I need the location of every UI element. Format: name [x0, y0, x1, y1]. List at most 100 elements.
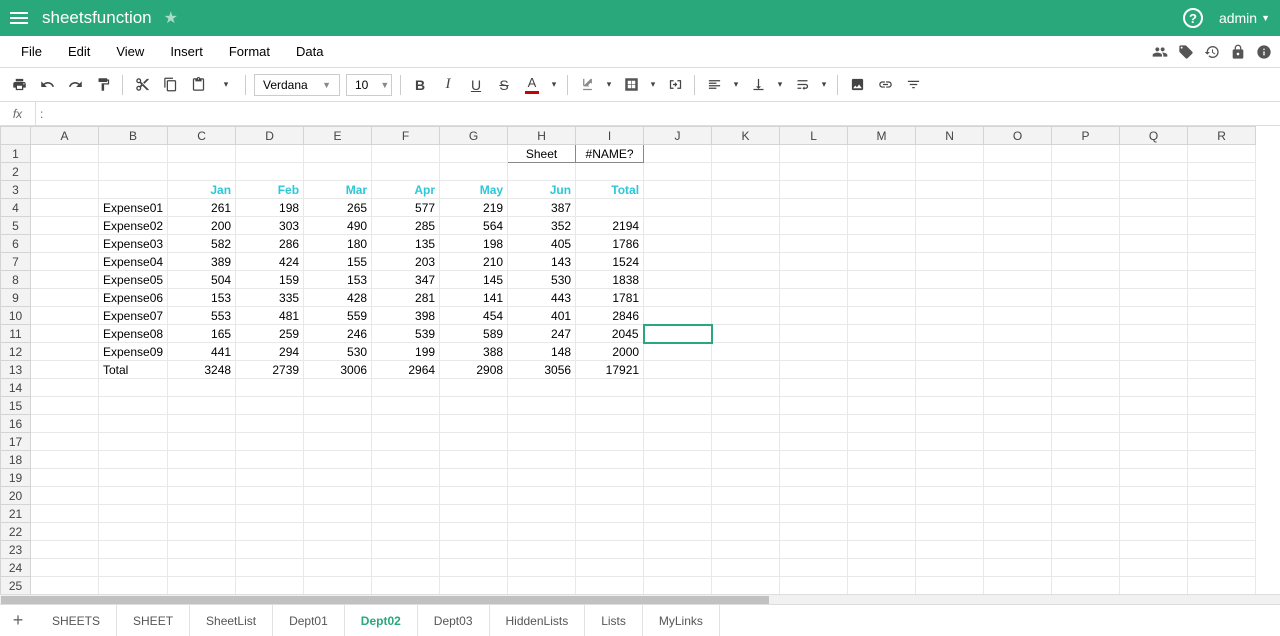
row-header-7[interactable]: 7	[1, 253, 31, 271]
cell-P9[interactable]	[1052, 289, 1120, 307]
cell-B20[interactable]	[99, 487, 168, 505]
sheet-tab-sheetlist[interactable]: SheetList	[190, 605, 273, 636]
cell-N21[interactable]	[916, 505, 984, 523]
cell-G2[interactable]	[440, 163, 508, 181]
cell-N11[interactable]	[916, 325, 984, 343]
cell-G24[interactable]	[440, 559, 508, 577]
cell-J5[interactable]	[644, 217, 712, 235]
cell-E23[interactable]	[304, 541, 372, 559]
tag-icon[interactable]	[1178, 44, 1194, 60]
cell-H1[interactable]: Sheet	[508, 145, 576, 163]
cell-F4[interactable]: 577	[372, 199, 440, 217]
cell-O21[interactable]	[984, 505, 1052, 523]
cell-L12[interactable]	[780, 343, 848, 361]
cell-F10[interactable]: 398	[372, 307, 440, 325]
cell-H14[interactable]	[508, 379, 576, 397]
cell-L19[interactable]	[780, 469, 848, 487]
row-header-23[interactable]: 23	[1, 541, 31, 559]
cell-I23[interactable]	[576, 541, 644, 559]
cell-C21[interactable]	[168, 505, 236, 523]
cell-C8[interactable]: 504	[168, 271, 236, 289]
cell-I12[interactable]: 2000	[576, 343, 644, 361]
italic-button[interactable]: I	[437, 74, 459, 96]
cell-G20[interactable]	[440, 487, 508, 505]
cell-N6[interactable]	[916, 235, 984, 253]
valign-dropdown[interactable]: ▾	[775, 74, 785, 96]
cell-C16[interactable]	[168, 415, 236, 433]
cell-H21[interactable]	[508, 505, 576, 523]
insert-link-icon[interactable]	[874, 74, 896, 96]
cell-F16[interactable]	[372, 415, 440, 433]
cell-I7[interactable]: 1524	[576, 253, 644, 271]
cell-A16[interactable]	[31, 415, 99, 433]
cell-M18[interactable]	[848, 451, 916, 469]
sheet-tab-dept01[interactable]: Dept01	[273, 605, 345, 636]
cell-D4[interactable]: 198	[236, 199, 304, 217]
cell-L5[interactable]	[780, 217, 848, 235]
row-header-12[interactable]: 12	[1, 343, 31, 361]
cell-C3[interactable]: Jan	[168, 181, 236, 199]
cell-L15[interactable]	[780, 397, 848, 415]
cell-N7[interactable]	[916, 253, 984, 271]
cell-M4[interactable]	[848, 199, 916, 217]
cell-N4[interactable]	[916, 199, 984, 217]
cell-R21[interactable]	[1188, 505, 1256, 523]
cell-D7[interactable]: 424	[236, 253, 304, 271]
cell-Q1[interactable]	[1120, 145, 1188, 163]
cell-J22[interactable]	[644, 523, 712, 541]
cell-A14[interactable]	[31, 379, 99, 397]
cell-Q11[interactable]	[1120, 325, 1188, 343]
cell-L10[interactable]	[780, 307, 848, 325]
cell-H3[interactable]: Jun	[508, 181, 576, 199]
cell-K6[interactable]	[712, 235, 780, 253]
cell-G7[interactable]: 210	[440, 253, 508, 271]
cell-F19[interactable]	[372, 469, 440, 487]
cell-I2[interactable]	[576, 163, 644, 181]
menu-file[interactable]: File	[8, 38, 55, 65]
cell-K1[interactable]	[712, 145, 780, 163]
row-header-6[interactable]: 6	[1, 235, 31, 253]
cell-E8[interactable]: 153	[304, 271, 372, 289]
cell-I6[interactable]: 1786	[576, 235, 644, 253]
cell-M7[interactable]	[848, 253, 916, 271]
cell-L6[interactable]	[780, 235, 848, 253]
cell-C17[interactable]	[168, 433, 236, 451]
cell-C1[interactable]	[168, 145, 236, 163]
cell-N8[interactable]	[916, 271, 984, 289]
cell-D11[interactable]: 259	[236, 325, 304, 343]
row-header-1[interactable]: 1	[1, 145, 31, 163]
cell-F1[interactable]	[372, 145, 440, 163]
cell-B11[interactable]: Expense08	[99, 325, 168, 343]
menu-data[interactable]: Data	[283, 38, 336, 65]
cell-P5[interactable]	[1052, 217, 1120, 235]
col-header-F[interactable]: F	[372, 127, 440, 145]
col-header-A[interactable]: A	[31, 127, 99, 145]
col-header-K[interactable]: K	[712, 127, 780, 145]
cell-B12[interactable]: Expense09	[99, 343, 168, 361]
cell-P4[interactable]	[1052, 199, 1120, 217]
cell-J12[interactable]	[644, 343, 712, 361]
cell-O5[interactable]	[984, 217, 1052, 235]
cell-Q18[interactable]	[1120, 451, 1188, 469]
font-selector[interactable]: Verdana▼	[254, 74, 340, 96]
halign-dropdown[interactable]: ▾	[731, 74, 741, 96]
cell-A8[interactable]	[31, 271, 99, 289]
row-header-11[interactable]: 11	[1, 325, 31, 343]
cell-O11[interactable]	[984, 325, 1052, 343]
cell-B13[interactable]: Total	[99, 361, 168, 379]
cell-M15[interactable]	[848, 397, 916, 415]
cell-L17[interactable]	[780, 433, 848, 451]
cell-M9[interactable]	[848, 289, 916, 307]
cell-M11[interactable]	[848, 325, 916, 343]
cell-K22[interactable]	[712, 523, 780, 541]
cell-B6[interactable]: Expense03	[99, 235, 168, 253]
cell-P11[interactable]	[1052, 325, 1120, 343]
row-header-19[interactable]: 19	[1, 469, 31, 487]
cell-F23[interactable]	[372, 541, 440, 559]
cell-F13[interactable]: 2964	[372, 361, 440, 379]
cell-G15[interactable]	[440, 397, 508, 415]
cell-P18[interactable]	[1052, 451, 1120, 469]
cell-M21[interactable]	[848, 505, 916, 523]
cell-F12[interactable]: 199	[372, 343, 440, 361]
cell-K14[interactable]	[712, 379, 780, 397]
